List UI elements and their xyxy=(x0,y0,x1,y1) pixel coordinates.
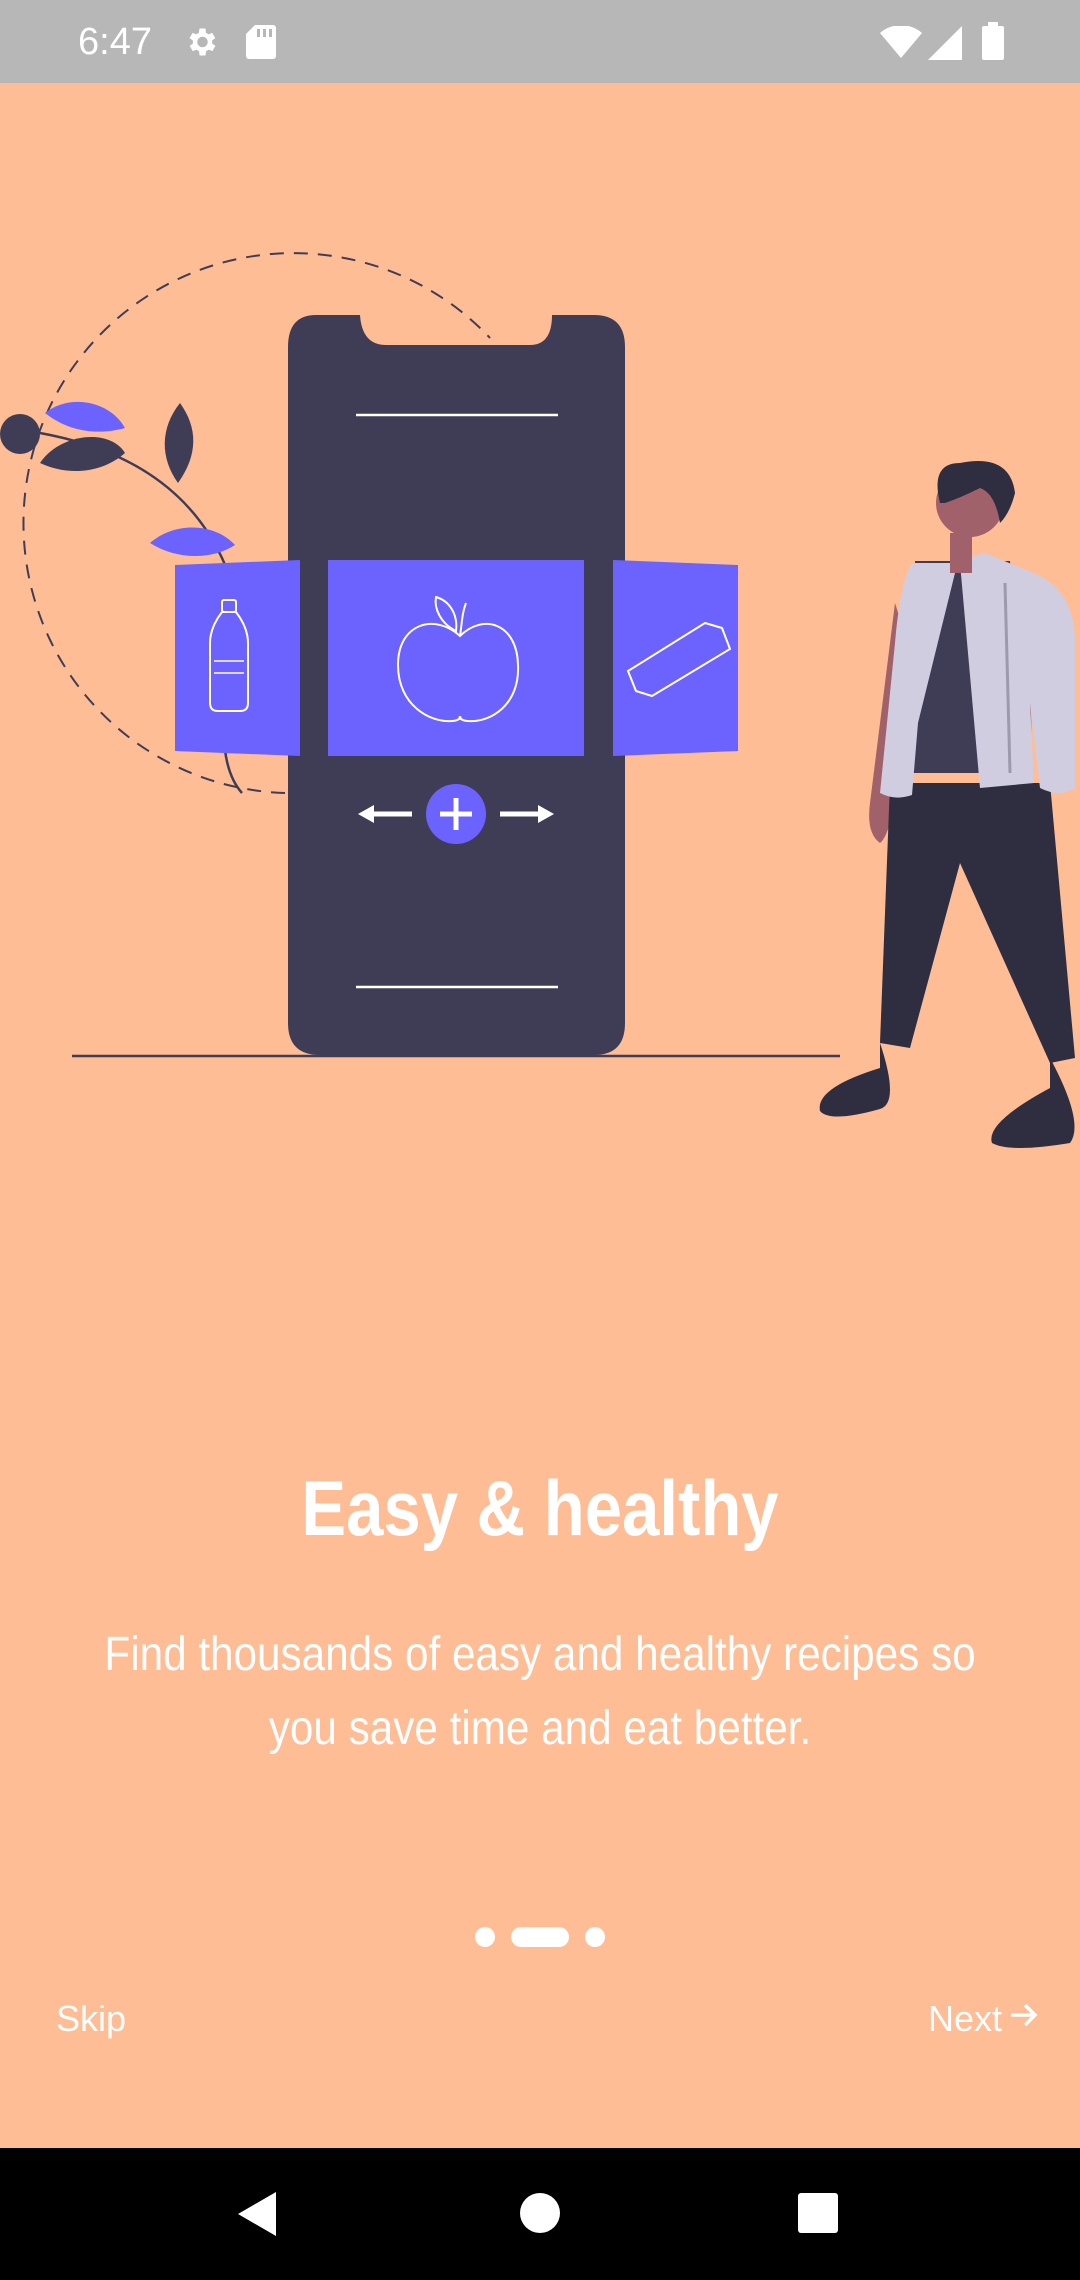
onboarding-title: Easy & healthy xyxy=(301,1464,779,1552)
bottle-card xyxy=(175,560,300,756)
page-indicator-dot xyxy=(585,1927,605,1947)
battery-icon xyxy=(982,22,1004,65)
onboarding-subtitle: Find thousands of easy and healthy recip… xyxy=(104,1628,976,1755)
snack-bar-card xyxy=(613,560,738,756)
next-button[interactable]: Next xyxy=(928,1989,1040,2049)
onboarding-screen: Easy & healthy Find thousands of easy an… xyxy=(0,83,1080,2148)
back-icon[interactable] xyxy=(234,2188,280,2245)
gear-icon xyxy=(183,24,219,65)
skip-button[interactable]: Skip xyxy=(56,1989,126,2049)
page-indicator xyxy=(0,1927,1080,1947)
wifi-icon xyxy=(880,25,922,63)
sd-card-icon xyxy=(246,25,276,64)
signal-icon xyxy=(928,26,962,65)
next-label: Next xyxy=(927,1998,1002,2039)
status-time: 6:47 xyxy=(78,21,152,63)
status-bar: 6:47 xyxy=(0,0,1080,83)
onboarding-illustration xyxy=(0,252,1075,1148)
apple-card xyxy=(328,560,584,756)
person-illustration xyxy=(819,461,1075,1148)
home-icon[interactable] xyxy=(519,2192,561,2239)
skip-label: Skip xyxy=(56,1998,127,2039)
navigation-bar xyxy=(0,2148,1080,2280)
page-indicator-dot xyxy=(475,1927,495,1947)
recents-icon[interactable] xyxy=(798,2193,838,2238)
page-indicator-dot-active xyxy=(511,1927,569,1947)
arrow-right-icon xyxy=(1008,1989,1040,2049)
